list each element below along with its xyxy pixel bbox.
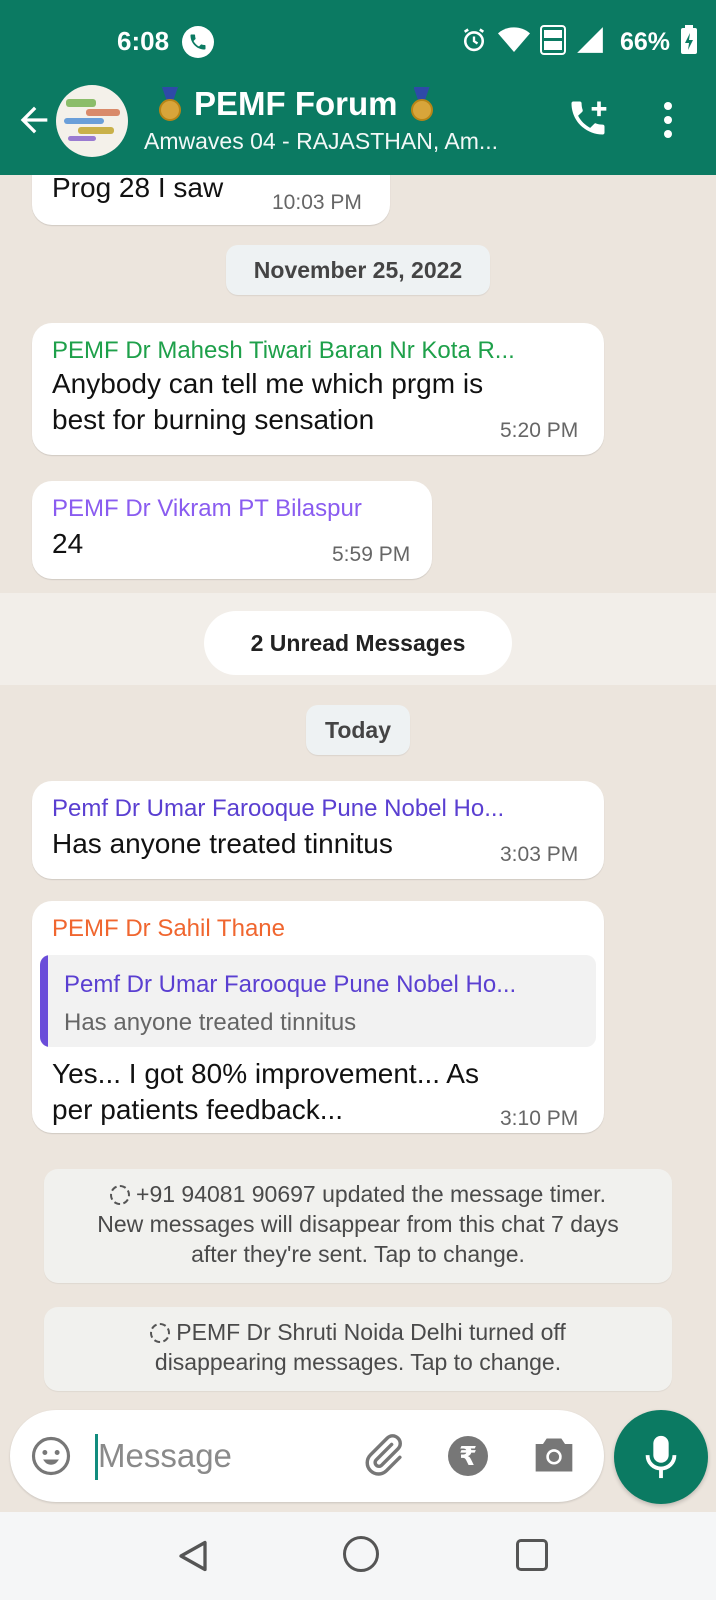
- date-chip: Today: [306, 705, 410, 755]
- message-sender[interactable]: PEMF Dr Vikram PT Bilaspur: [52, 495, 362, 523]
- voice-message-button[interactable]: [614, 1410, 708, 1504]
- system-message[interactable]: +91 94081 90697 updated the message time…: [44, 1169, 672, 1283]
- group-name: PEMF Forum: [194, 85, 398, 122]
- system-message-line: PEMF Dr Shruti Noida Delhi turned off: [44, 1317, 672, 1347]
- back-arrow-icon[interactable]: [14, 100, 54, 140]
- message-text: Prog 28 I saw: [52, 175, 224, 203]
- system-message[interactable]: PEMF Dr Shruti Noida Delhi turned off di…: [44, 1307, 672, 1391]
- message-text-line: best for burning sensation: [52, 404, 375, 435]
- volte-icon: [539, 24, 566, 60]
- message-bubble[interactable]: PEMF Dr Vikram PT Bilaspur 24 5:59 PM: [32, 481, 432, 579]
- message-bubble[interactable]: Prog 28 I saw 10:03 PM: [32, 175, 390, 225]
- message-sender[interactable]: PEMF Dr Mahesh Tiwari Baran Nr Kota R...: [52, 337, 515, 365]
- quoted-sender: Pemf Dr Umar Farooque Pune Nobel Ho...: [64, 971, 517, 998]
- nav-recents-icon[interactable]: [516, 1539, 548, 1571]
- message-text: Has anyone treated tinnitus: [52, 828, 393, 859]
- message-text-line: Anybody can tell me which prgm is: [52, 368, 484, 399]
- status-bar: 6:08 66%: [0, 0, 716, 82]
- status-icons: 66%: [460, 24, 698, 60]
- signal-icon: [576, 26, 604, 59]
- message-composer: ₹: [10, 1410, 604, 1502]
- message-time: 5:20 PM: [500, 419, 579, 442]
- status-time: 6:08: [117, 26, 170, 56]
- message-sender[interactable]: Pemf Dr Umar Farooque Pune Nobel Ho...: [52, 795, 504, 823]
- timer-icon: [110, 1185, 131, 1205]
- system-message-line: +91 94081 90697 updated the message time…: [44, 1179, 672, 1209]
- unread-messages-label: 2 Unread Messages: [250, 630, 466, 656]
- quote-bar: [40, 955, 48, 1047]
- medal-icon: [156, 87, 184, 121]
- system-message-line: after they're sent. Tap to change.: [191, 1241, 525, 1267]
- medal-icon: [408, 87, 436, 121]
- group-title[interactable]: PEMF Forum: [146, 82, 446, 126]
- message-time: 5:59 PM: [332, 543, 411, 566]
- message-time: 10:03 PM: [272, 191, 362, 214]
- timer-icon: [150, 1323, 171, 1343]
- date-chip-label: November 25, 2022: [253, 257, 463, 283]
- battery-icon: [680, 24, 698, 60]
- payment-rupee-icon[interactable]: ₹: [448, 1436, 488, 1476]
- add-call-icon[interactable]: [566, 96, 610, 140]
- message-bubble[interactable]: PEMF Dr Mahesh Tiwari Baran Nr Kota R...…: [32, 323, 604, 455]
- date-chip-label: Today: [324, 717, 392, 743]
- message-input[interactable]: [98, 1430, 338, 1482]
- message-sender[interactable]: PEMF Dr Sahil Thane: [52, 915, 285, 943]
- system-message-line: New messages will disappear from this ch…: [97, 1211, 619, 1237]
- system-message-line: disappearing messages. Tap to change.: [154, 1349, 562, 1375]
- more-options-icon[interactable]: [660, 98, 676, 142]
- chat-area[interactable]: Prog 28 I saw 10:03 PM November 25, 2022…: [0, 175, 716, 1505]
- ongoing-call-icon: [182, 26, 214, 58]
- quoted-message[interactable]: Pemf Dr Umar Farooque Pune Nobel Ho... H…: [40, 955, 596, 1047]
- microphone-icon: [645, 1435, 677, 1479]
- emoji-icon[interactable]: [30, 1435, 72, 1477]
- wifi-icon: [497, 26, 530, 59]
- message-text-line: per patients feedback...: [52, 1094, 344, 1125]
- message-bubble[interactable]: Pemf Dr Umar Farooque Pune Nobel Ho... H…: [32, 781, 604, 879]
- nav-back-icon[interactable]: [175, 1538, 211, 1574]
- date-chip: November 25, 2022: [226, 245, 490, 295]
- message-time: 3:10 PM: [500, 1107, 579, 1130]
- system-navigation-bar: [0, 1512, 716, 1600]
- group-avatar[interactable]: [56, 85, 128, 157]
- group-members[interactable]: Amwaves 04 - RAJASTHAN, Am...: [144, 128, 498, 155]
- nav-home-icon[interactable]: [343, 1536, 379, 1572]
- message-time: 3:03 PM: [500, 843, 579, 866]
- chat-header: PEMF Forum Amwaves 04 - RAJASTHAN, Am...: [0, 82, 716, 175]
- battery-percent: 66%: [619, 27, 670, 56]
- message-text: 24: [52, 528, 84, 559]
- message-text-line: Yes... I got 80% improvement... As: [52, 1058, 479, 1089]
- system-message-text: PEMF Dr Shruti Noida Delhi turned off: [176, 1319, 566, 1345]
- system-message-text: +91 94081 90697 updated the message time…: [136, 1181, 606, 1207]
- unread-messages-chip: 2 Unread Messages: [204, 611, 512, 675]
- quoted-text: Has anyone treated tinnitus: [64, 1009, 357, 1036]
- app-header: 6:08 66% PEMF Forum Amwaves 04 - RAJASTH…: [0, 0, 716, 175]
- alarm-icon: [460, 26, 488, 59]
- message-bubble[interactable]: PEMF Dr Sahil Thane Pemf Dr Umar Farooqu…: [32, 901, 604, 1133]
- attachment-icon[interactable]: [360, 1432, 406, 1478]
- camera-icon[interactable]: [532, 1434, 576, 1476]
